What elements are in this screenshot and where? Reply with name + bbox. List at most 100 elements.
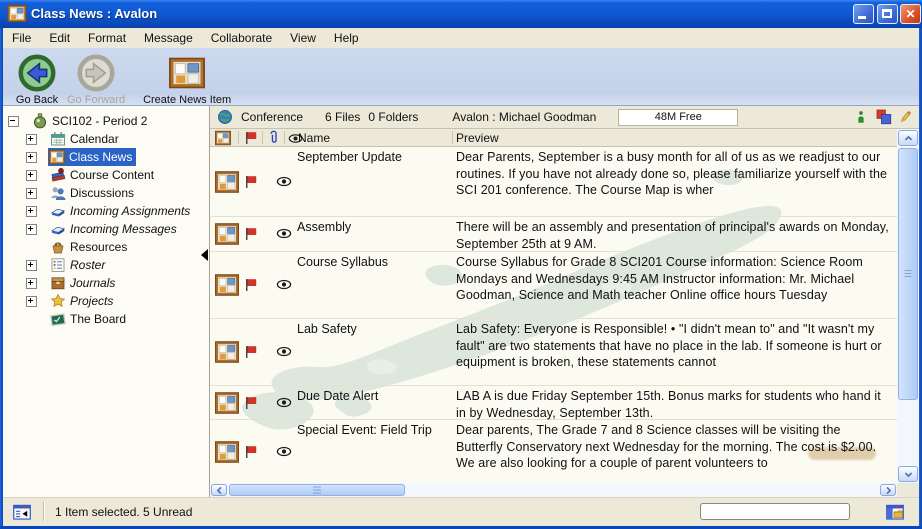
go-back-button[interactable]: Go Back [11,54,63,106]
menu-file[interactable]: File [3,29,40,47]
minimize-button[interactable] [853,4,874,24]
unread-eye-icon [276,446,292,457]
horizontal-scroll-thumb[interactable] [229,484,405,496]
expand-box-icon[interactable] [26,278,37,289]
list-item-due-date-alert[interactable]: Due Date Alert LAB A is due Friday Septe… [210,386,897,420]
menu-format[interactable]: Format [79,29,135,47]
projects-icon [50,293,66,309]
maximize-button[interactable] [877,4,898,24]
flag-icon [244,278,258,292]
journals-icon [50,275,66,291]
expand-box-icon[interactable] [26,170,37,181]
tree-item-label: Incoming Messages [70,222,177,236]
selected-highlight: Class News [48,148,136,166]
menu-collaborate[interactable]: Collaborate [202,29,281,47]
sidebar-item-discussions[interactable]: Discussions [3,184,209,202]
sidebar-item-course-content[interactable]: Course Content [3,166,209,184]
menu-edit[interactable]: Edit [40,29,79,47]
news-item-list: September Update Dear Parents, September… [210,147,897,483]
scroll-left-button[interactable] [211,484,227,496]
tree-item-label: Discussions [70,186,134,200]
tree-item-label: Journals [70,276,115,290]
scrollbar-corner [897,483,919,497]
go-forward-label: Go Forward [67,94,125,106]
name-column-header[interactable]: Name [298,131,330,145]
status-quick-search-input[interactable] [700,503,850,520]
scroll-right-button[interactable] [880,484,896,496]
close-button[interactable]: ✕ [900,4,921,24]
expand-box-icon[interactable] [26,260,37,271]
pencil-icon[interactable] [898,109,913,125]
list-item-course-syllabus[interactable]: Course Syllabus Course Syllabus for Grad… [210,252,897,319]
sidebar-item-calendar[interactable]: Calendar [3,130,209,148]
member-icon[interactable] [854,109,868,125]
list-item-lab-safety[interactable]: Lab Safety Lab Safety: Everyone is Respo… [210,319,897,386]
list-item-assembly[interactable]: Assembly There will be an assembly and p… [210,217,897,252]
unread-eye-icon [276,228,292,239]
list-item-september-update[interactable]: September Update Dear Parents, September… [210,147,897,217]
menu-help[interactable]: Help [325,29,368,47]
vertical-scroll-thumb[interactable] [898,148,918,400]
thumb-grip [905,270,912,278]
sidebar-tree: SCI102 - Period 2 Calendar Class News Co… [3,106,210,497]
list-item-special-event-field-trip[interactable]: Special Event: Field Trip Dear parents, … [210,420,897,483]
news-item-icon [215,440,239,464]
splitter-collapse-handle[interactable] [201,249,208,261]
sidebar-item-resources[interactable]: Resources [3,238,209,256]
sidebar-item-incoming-messages[interactable]: Incoming Messages [3,220,209,238]
menu-bar: File Edit Format Message Collaborate Vie… [3,28,919,49]
tree-item-label: Projects [70,294,113,308]
expand-box-icon[interactable] [26,188,37,199]
toggle-panel-icon[interactable] [884,503,906,522]
create-news-item-button[interactable]: Create News Item [143,54,231,106]
item-type-column-icon[interactable] [215,130,231,146]
expand-box-icon[interactable] [26,134,37,145]
scroll-up-button[interactable] [898,130,918,146]
preview-column-header[interactable]: Preview [456,131,499,145]
layers-icon[interactable] [876,109,892,125]
create-news-item-label: Create News Item [143,94,231,106]
sidebar-item-roster[interactable]: Roster [3,256,209,274]
expand-box-icon[interactable] [26,152,37,163]
sidebar-item-class-news[interactable]: Class News [3,148,209,166]
tree-root-label: SCI102 - Period 2 [52,114,147,128]
vertical-scrollbar[interactable] [897,129,919,483]
conference-panel: Conference 6 Files 0 Folders Avalon : Mi… [210,106,919,497]
sidebar-item-the-board[interactable]: The Board [3,310,209,328]
tree-item-label: Calendar [70,132,119,146]
go-forward-button[interactable]: Go Forward [67,54,125,106]
item-name: Special Event: Field Trip [297,422,449,439]
column-separator [284,131,285,144]
menu-view[interactable]: View [281,29,325,47]
flag-icon [244,227,258,241]
item-name: Lab Safety [297,321,449,338]
board-icon [50,311,66,327]
item-name: September Update [297,149,449,166]
flag-column-icon[interactable] [244,131,258,145]
sidebar-item-incoming-assignments[interactable]: Incoming Assignments [3,202,209,220]
item-preview: Dear parents, The Grade 7 and 8 Science … [456,422,890,472]
item-name: Assembly [297,219,449,236]
conference-label: Conference [241,110,303,124]
sidebar-item-projects[interactable]: Projects [3,292,209,310]
horizontal-scrollbar[interactable] [210,483,897,497]
flag-icon [244,345,258,359]
class-news-window-icon[interactable] [7,4,27,23]
conference-info-bar: Conference 6 Files 0 Folders Avalon : Mi… [210,106,919,129]
incoming-book-icon [50,221,66,237]
chevron-right-icon [884,486,893,495]
expand-box-icon[interactable] [26,224,37,235]
tree-root-sci102[interactable]: SCI102 - Period 2 [3,112,209,130]
scroll-down-button[interactable] [898,466,918,482]
collapse-box-icon[interactable] [8,116,19,127]
attachment-column-icon[interactable] [266,130,281,145]
unread-eye-icon [276,279,292,290]
expand-box-icon[interactable] [26,206,37,217]
expand-box-icon[interactable] [26,296,37,307]
tree-item-label: Course Content [70,168,154,182]
discussions-icon [50,185,66,201]
toggle-sidebar-icon[interactable] [11,503,33,522]
sidebar-item-journals[interactable]: Journals [3,274,209,292]
flag-icon [244,175,258,189]
menu-message[interactable]: Message [135,29,202,47]
